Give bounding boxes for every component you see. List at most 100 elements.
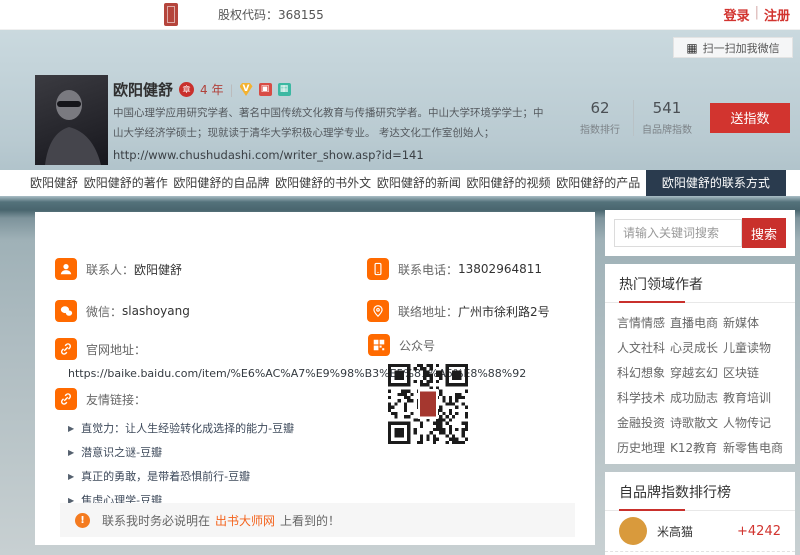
profile-url-link[interactable]: http://www.chushudashi.com/writer_show.a… (113, 148, 424, 162)
hot-tag[interactable]: 人文社科 (617, 339, 665, 356)
index-rank-label: 指数排行 (569, 121, 631, 136)
hot-tag[interactable]: 儿童读物 (723, 339, 783, 356)
scan-wechat-button[interactable]: ▦ 扫一扫加我微信 (673, 37, 793, 58)
red-square-badge-icon: ▣ (259, 83, 272, 96)
contact-phone-row: 联系电话： 13802964811 (367, 258, 550, 280)
index-rank-stat: 62 指数排行 (569, 99, 631, 136)
author-name: 欧阳健舒 (113, 79, 173, 100)
search-input[interactable] (614, 219, 742, 247)
contact-person-row: 联系人： 欧阳健舒 (55, 258, 367, 280)
hot-tag[interactable]: K12教育 (670, 439, 718, 456)
notice-suffix: 上看到的！ (280, 512, 340, 529)
hot-tag[interactable]: 言情情感 (617, 314, 665, 331)
hot-tag[interactable]: 新媒体 (723, 314, 783, 331)
teal-square-badge-icon: ▦ (278, 83, 291, 96)
friend-links-block: 友情链接： ▶ 直觉力：让人生经验转化成选择的能力-豆瓣 ▶ 潜意识之谜-豆瓣 … (55, 388, 294, 516)
author-photo (35, 75, 108, 165)
rank-row[interactable]: 米高猫 +4242 (605, 511, 795, 552)
official-account-block: 公众号 (368, 334, 468, 448)
rank-score: +4242 (737, 524, 781, 539)
wechat-icon (55, 300, 77, 322)
brand-ranking-title: 自品牌指数排行榜 (605, 472, 795, 511)
stats-divider (633, 100, 634, 136)
tab-videos[interactable]: 欧阳健舒的视频 (467, 170, 551, 196)
person-icon (55, 258, 77, 280)
friend-link-item[interactable]: ▶ 潜意识之谜-豆瓣 (68, 444, 294, 460)
tab-news[interactable]: 欧阳健舒的新闻 (377, 170, 461, 196)
official-account-label: 公众号 (399, 337, 435, 354)
hot-tag[interactable]: 成功励志 (670, 389, 718, 406)
hot-tag[interactable]: 科学技术 (617, 389, 665, 406)
notice-prefix: 联系我时务必说明在 (102, 512, 210, 529)
hot-authors-panel: 热门领域作者 言情情感直播电商新媒体人文社科心灵成长儿童读物科幻想象穿越玄幻区块… (605, 264, 795, 464)
login-link[interactable]: 登录 (724, 5, 750, 24)
tab-contact-active[interactable]: 欧阳健舒的联系方式 (646, 170, 786, 196)
site-logo-seal-icon[interactable] (164, 3, 178, 26)
triangle-bullet-icon: ▶ (68, 472, 74, 481)
author-bio-line1: 中国心理学应用研究学者、著名中国传统文化教育与传播研究学者。中山大学环境学学士；… (113, 103, 583, 123)
friend-link-text: 直觉力：让人生经验转化成选择的能力-豆瓣 (81, 420, 294, 436)
send-index-button[interactable]: 送指数 (710, 103, 790, 133)
hot-tag[interactable]: 诗歌散文 (670, 414, 718, 431)
index-rank-value: 62 (569, 99, 631, 117)
contact-address-value: 广州市徐利路2号 (458, 303, 550, 320)
friend-link-item[interactable]: ▶ 直觉力：让人生经验转化成选择的能力-豆瓣 (68, 420, 294, 436)
brand-index-stat: 541 自品牌指数 (636, 99, 698, 136)
index-stats: 62 指数排行 541 自品牌指数 送指数 (569, 99, 790, 136)
hot-tag[interactable]: 教育培训 (723, 389, 783, 406)
tab-author[interactable]: 欧阳健舒 (30, 170, 78, 196)
contact-person-value: 欧阳健舒 (134, 261, 182, 278)
brand-ranking-panel: 自品牌指数排行榜 米高猫 +4242 郑九洲 +3316 (605, 472, 795, 555)
contact-grid: 联系人： 欧阳健舒 联系电话： 13802964811 微信： slashoya… (55, 258, 550, 322)
register-link[interactable]: 注册 (764, 5, 790, 24)
friend-link-text: 潜意识之谜-豆瓣 (81, 444, 162, 460)
tab-works[interactable]: 欧阳健舒的著作 (84, 170, 168, 196)
site-name-link[interactable]: 出书大师网 (215, 512, 275, 529)
friend-link-item[interactable]: ▶ 真正的勇敢，是带着恐惧前行-豆瓣 (68, 468, 294, 484)
author-silhouette-icon (35, 75, 108, 165)
hot-tag[interactable]: 穿越玄幻 (670, 364, 718, 381)
contact-person-label: 联系人： (86, 261, 134, 278)
topbar: 股权代码：368155 登录 | 注册 (0, 0, 800, 30)
years-badge: 4 年 (200, 81, 223, 98)
tab-products[interactable]: 欧阳健舒的产品 (556, 170, 640, 196)
stock-code: 股权代码：368155 (218, 6, 324, 23)
phone-icon (367, 258, 389, 280)
hot-tag[interactable]: 历史地理 (617, 439, 665, 456)
qr-mini-icon: ▦ (686, 42, 697, 54)
hot-tag[interactable]: 人物传记 (723, 414, 783, 431)
auth-separator: | (755, 5, 759, 24)
website-label: 官网地址： (86, 341, 146, 358)
vip-v-badge-icon: V (240, 83, 253, 96)
contact-phone-label: 联系电话： (398, 261, 458, 278)
hot-tag[interactable]: 心灵成长 (670, 339, 718, 356)
contact-address-label: 联络地址： (398, 303, 458, 320)
contact-wechat-label: 微信： (86, 303, 122, 320)
rank-list: 米高猫 +4242 郑九洲 +3316 (605, 511, 795, 555)
link-icon (55, 338, 77, 360)
tab-self-brand[interactable]: 欧阳健舒的自品牌 (173, 170, 269, 196)
hot-tag[interactable]: 科幻想象 (617, 364, 665, 381)
chain-link-icon (55, 388, 77, 410)
triangle-bullet-icon: ▶ (68, 448, 74, 457)
contact-phone-value: 13802964811 (458, 262, 542, 276)
hot-tag[interactable]: 直播电商 (670, 314, 718, 331)
hot-tag[interactable]: 新零售电商 (723, 439, 783, 456)
friend-links-label: 友情链接： (86, 391, 146, 408)
author-bio-line2: 山大学经济学硕士；现就读于清华大学积极心理学专业。 考达文化工作室创始人； (113, 123, 583, 143)
tab-outside-books[interactable]: 欧阳健舒的书外文 (275, 170, 371, 196)
hot-tag[interactable]: 区块链 (723, 364, 783, 381)
qr-icon (368, 334, 390, 356)
hot-authors-title: 热门领域作者 (605, 264, 795, 303)
search-button[interactable]: 搜索 (742, 218, 786, 248)
contact-card: 联系人： 欧阳健舒 联系电话： 13802964811 微信： slashoya… (35, 212, 595, 545)
auth-links: 登录 | 注册 (724, 5, 790, 24)
hot-tag[interactable]: 金融投资 (617, 414, 665, 431)
rank-author-name: 米高猫 (657, 523, 737, 540)
author-name-row: 欧阳健舒 章 4 年 | V ▣ ▦ (113, 79, 291, 100)
brand-index-value: 541 (636, 99, 698, 117)
exclamation-icon: ! (75, 513, 90, 528)
qr-code (388, 364, 468, 444)
author-bio: 中国心理学应用研究学者、著名中国传统文化教育与传播研究学者。中山大学环境学学士；… (113, 103, 583, 143)
scan-wechat-label: 扫一扫加我微信 (703, 40, 780, 56)
